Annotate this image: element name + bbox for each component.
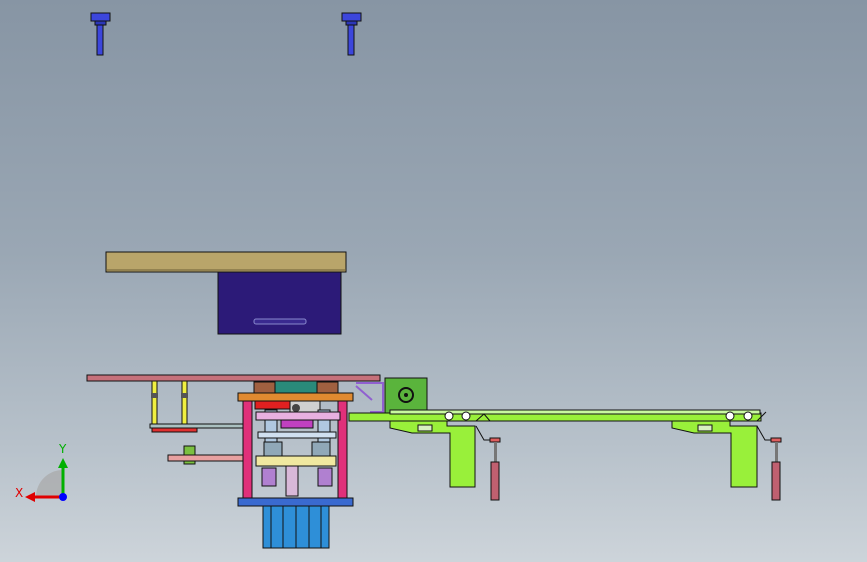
coordinate-triad-icon — [25, 458, 68, 502]
left-bolt[interactable] — [90, 12, 111, 56]
triad-y-label: Y — [59, 442, 67, 456]
press-frame[interactable] — [237, 380, 354, 507]
press-base[interactable] — [262, 505, 330, 549]
motor-box[interactable] — [384, 377, 428, 414]
table-top[interactable] — [105, 251, 347, 273]
left-sensor-rod[interactable] — [475, 425, 501, 501]
assembly-drawing[interactable] — [0, 0, 867, 562]
cabinet-drawer[interactable] — [217, 271, 342, 335]
purple-bracket[interactable] — [355, 382, 384, 413]
conveyor-belt[interactable] — [348, 409, 767, 488]
right-bolt[interactable] — [341, 12, 362, 56]
triad-x-label: X — [15, 486, 24, 500]
right-sensor-rod[interactable] — [756, 425, 782, 501]
top-frame-rail[interactable] — [86, 374, 381, 382]
left-yellow-posts[interactable] — [149, 380, 246, 433]
cad-viewport[interactable]: Y X — [0, 0, 867, 562]
side-sensor[interactable] — [167, 445, 245, 465]
